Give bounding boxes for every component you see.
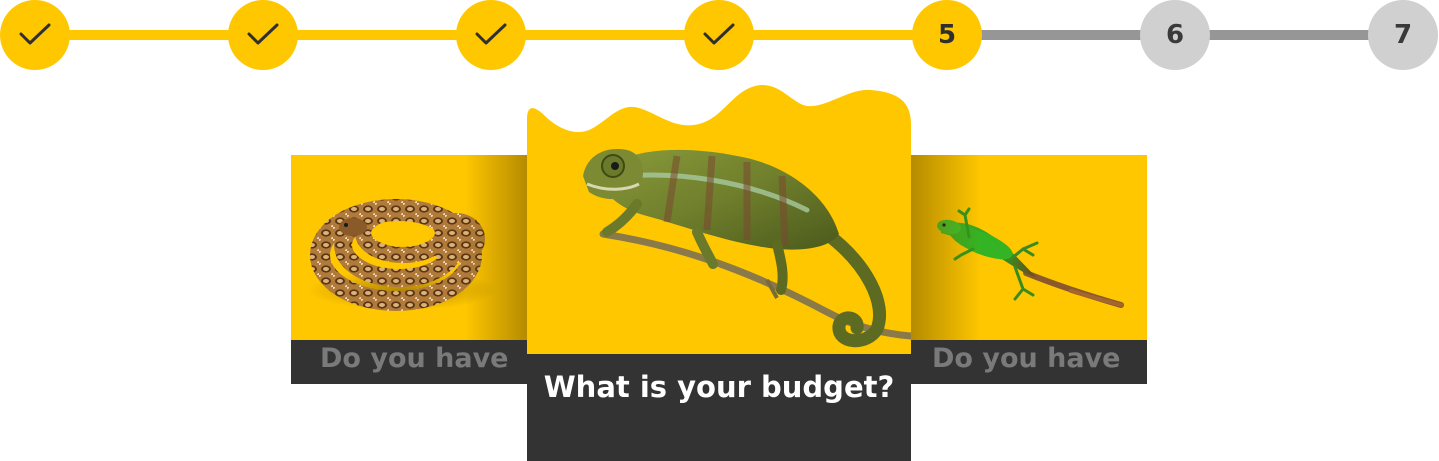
current-question-card[interactable]: What is your budget?	[527, 84, 911, 461]
check-icon	[475, 23, 507, 45]
card-label-bar: Do you have	[911, 340, 1147, 384]
card-question-label: Do you have	[320, 343, 509, 374]
check-icon	[703, 23, 735, 45]
step-6-upcoming[interactable]: 6	[1140, 0, 1210, 70]
check-icon	[19, 23, 51, 45]
check-icon	[247, 23, 279, 45]
card-edge-shadow	[911, 155, 981, 340]
card-question-label: Do you have	[932, 343, 1121, 374]
step-number: 5	[937, 20, 957, 50]
card-edge-shadow	[465, 155, 527, 340]
next-question-card[interactable]: Do you have	[911, 155, 1147, 384]
card-question-label: What is your budget?	[543, 370, 895, 404]
step-7-upcoming[interactable]: 7	[1368, 0, 1438, 70]
progress-stepper: 5 6 7	[0, 0, 1439, 70]
step-3-completed[interactable]	[456, 0, 526, 70]
step-5-current[interactable]: 5	[912, 0, 982, 70]
step-1-completed[interactable]	[0, 0, 70, 70]
previous-question-card[interactable]: Do you have	[291, 155, 527, 384]
step-number: 6	[1165, 20, 1185, 50]
card-label-bar: What is your budget?	[527, 354, 911, 461]
card-label-bar: Do you have	[291, 340, 527, 384]
step-number: 7	[1393, 20, 1413, 50]
step-4-completed[interactable]	[684, 0, 754, 70]
chameleon-image	[583, 149, 911, 348]
step-2-completed[interactable]	[228, 0, 298, 70]
